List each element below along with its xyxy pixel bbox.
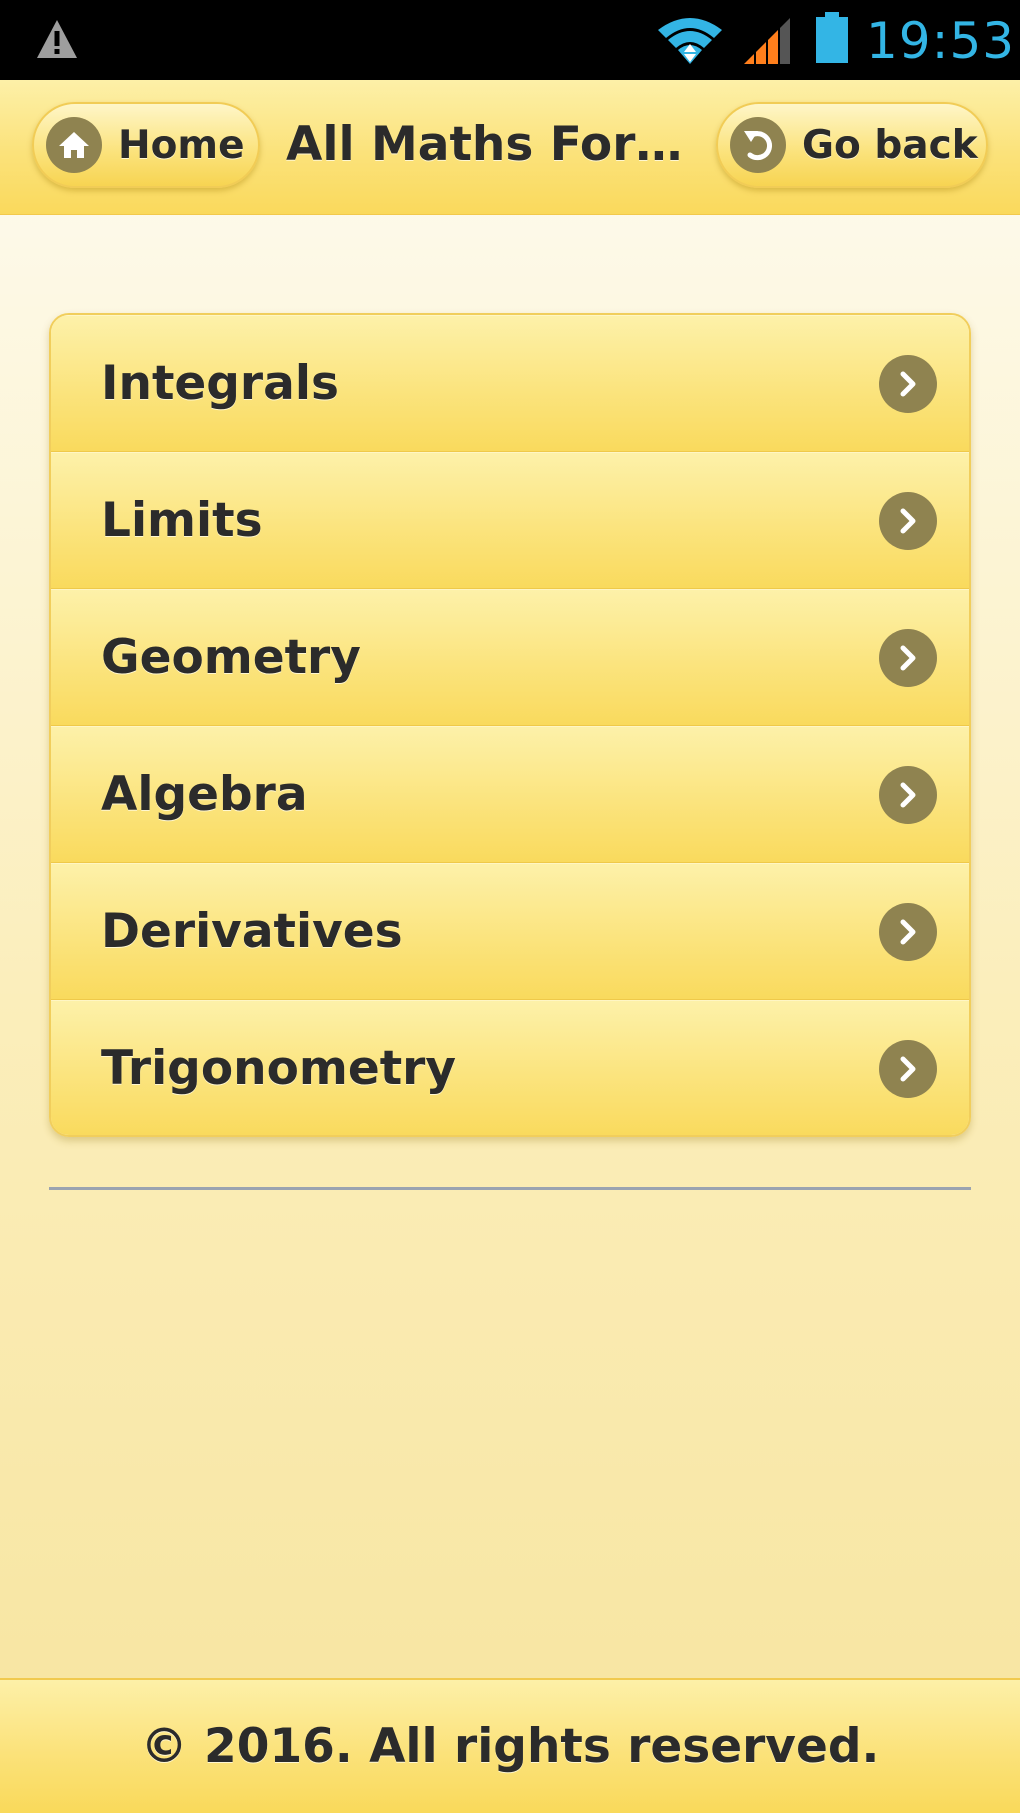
warning-icon [37,20,77,58]
content-divider [49,1187,971,1190]
chevron-right-icon [879,1039,937,1098]
go-back-button[interactable]: Go back [716,102,988,188]
list-item-label: Algebra [101,767,308,822]
list-item-derivatives[interactable]: Derivatives [51,863,969,1000]
list-item-algebra[interactable]: Algebra [51,726,969,863]
list-item-label: Integrals [101,356,339,411]
signal-icon [744,18,790,64]
chevron-right-icon [879,354,937,413]
list-item-label: Trigonometry [101,1041,457,1096]
list-item-label: Geometry [101,630,361,685]
list-item-label: Derivatives [101,904,403,959]
home-button[interactable]: Home [32,102,260,188]
chevron-right-icon [879,628,937,687]
chevron-right-icon [879,902,937,961]
footer-bar: © 2016. All rights reserved. [0,1678,1020,1813]
home-button-label: Home [118,122,245,168]
chevron-right-icon [879,491,937,550]
topic-list: Integrals Limits Geometry Algebra Deriva… [49,313,971,1137]
status-bar: 19:53 [0,0,1020,80]
list-item-trigonometry[interactable]: Trigonometry [51,1000,969,1135]
chevron-right-icon [879,765,937,824]
page-title: All Maths Formul... [286,117,710,172]
header-bar: Home All Maths Formul... Go back [0,80,1020,215]
list-item-geometry[interactable]: Geometry [51,589,969,726]
list-item-integrals[interactable]: Integrals [51,315,969,452]
go-back-button-label: Go back [802,122,978,168]
status-clock: 19:53 [866,12,1016,70]
list-item-limits[interactable]: Limits [51,452,969,589]
back-arrow-icon [730,117,786,173]
wifi-icon [658,18,722,64]
list-item-label: Limits [101,493,263,548]
home-icon [46,117,102,173]
copyright-text: © 2016. All rights reserved. [140,1719,880,1774]
battery-icon [816,12,848,63]
